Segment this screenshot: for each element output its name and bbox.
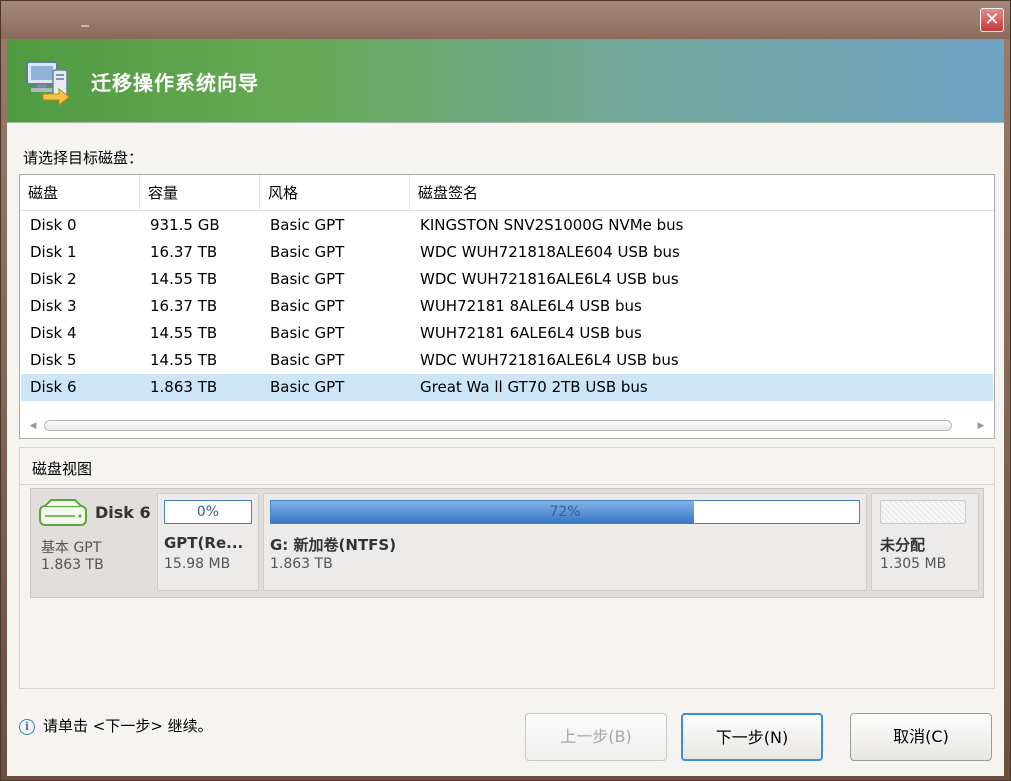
cancel-button[interactable]: 取消(C) [850,713,992,761]
partition-size: 15.98 MB [164,556,231,572]
cell-signature: KINGSTON SNV2S1000G NVMe bus [420,216,684,234]
back-button[interactable]: 上一步(B) [525,713,667,761]
cell-signature: WDC WUH721816ALE6L4 USB bus [420,270,679,288]
wizard-window: ✕ 迁移操作系统向导 请选择目标磁盘： 磁盘 容量 风格 磁盘签名 Disk 0… [0,0,1011,781]
disk-info[interactable]: Disk 6 基本 GPT 1.863 TB [31,489,153,597]
wizard-header: 迁移操作系统向导 [7,39,1004,123]
cell-style: Basic GPT [270,378,345,396]
table-row[interactable]: Disk 0 931.5 GB Basic GPT KINGSTON SNV2S… [21,212,993,239]
select-disk-label: 请选择目标磁盘： [23,149,144,167]
cell-signature: WUH72181 8ALE6L4 USB bus [420,297,642,315]
cell-disk: Disk 4 [30,324,77,342]
table-row[interactable]: Disk 5 14.55 TB Basic GPT WDC WUH721816A… [21,347,993,374]
scrollbar-thumb[interactable] [44,420,952,431]
partition-usage-label: 0% [196,504,220,520]
cell-signature: WUH72181 6ALE6L4 USB bus [420,324,642,342]
cell-capacity: 16.37 TB [150,297,218,315]
title-bar[interactable]: ✕ [1,1,1010,39]
partition-gpt-reserved[interactable]: 0% GPT(Re... 15.98 MB [157,493,259,591]
close-button[interactable]: ✕ [980,8,1004,32]
next-button[interactable]: 下一步(N) [681,713,823,761]
scroll-right-icon[interactable]: ▶ [974,418,988,434]
cell-capacity: 14.55 TB [150,324,218,342]
unallocated-bar [880,500,966,524]
computer-migrate-icon [26,61,70,106]
cell-style: Basic GPT [270,243,345,261]
cell-style: Basic GPT [270,270,345,288]
wizard-body: 迁移操作系统向导 请选择目标磁盘： 磁盘 容量 风格 磁盘签名 Disk 0 9… [7,39,1004,776]
cell-style: Basic GPT [270,351,345,369]
table-row[interactable]: Disk 4 14.55 TB Basic GPT WUH72181 6ALE6… [21,320,993,347]
disk-table: 磁盘 容量 风格 磁盘签名 Disk 0 931.5 GB Basic GPT … [19,174,995,439]
partition-name: 未分配 [880,536,926,554]
table-row-selected[interactable]: Disk 6 1.863 TB Basic GPT Great Wa ll GT… [21,374,993,401]
cell-style: Basic GPT [270,324,345,342]
table-row[interactable]: Disk 1 16.37 TB Basic GPT WDC WUH721818A… [21,239,993,266]
cell-capacity: 14.55 TB [150,270,218,288]
status-text: 请单击 <下一步> 继续。 [43,717,213,735]
cell-disk: Disk 5 [30,351,77,369]
partition-usage-bar: 72% [270,500,860,524]
disk-type: 基本 GPT [41,540,102,556]
disk-name: Disk 6 [95,503,151,522]
cell-disk: Disk 6 [30,378,77,396]
title-dash [81,25,89,27]
cell-signature: Great Wa ll GT70 2TB USB bus [420,378,648,396]
disk-size: 1.863 TB [41,557,104,573]
info-icon: i [19,718,35,735]
page-title: 迁移操作系统向导 [91,71,259,95]
partition-name: G: 新加卷(NTFS) [270,536,397,554]
cell-signature: WDC WUH721818ALE604 USB bus [420,243,680,261]
table-row[interactable]: Disk 3 16.37 TB Basic GPT WUH72181 8ALE6… [21,293,993,320]
column-header-style[interactable]: 风格 [260,175,410,211]
disk-view-title: 磁盘视图 [32,460,93,478]
cell-capacity: 16.37 TB [150,243,218,261]
cell-capacity: 1.863 TB [150,378,218,396]
cell-capacity: 14.55 TB [150,351,218,369]
scroll-left-icon[interactable]: ◀ [26,418,40,434]
partition-g-volume[interactable]: 72% G: 新加卷(NTFS) 1.863 TB [263,493,867,591]
partition-usage-fill [271,501,695,523]
column-header-signature[interactable]: 磁盘签名 [410,175,994,211]
partition-usage-label: 72% [549,504,581,520]
cell-style: Basic GPT [270,216,345,234]
cell-capacity: 931.5 GB [150,216,220,234]
divider [20,484,994,485]
table-row[interactable]: Disk 2 14.55 TB Basic GPT WDC WUH721816A… [21,266,993,293]
cell-disk: Disk 2 [30,270,77,288]
cell-signature: WDC WUH721816ALE6L4 USB bus [420,351,679,369]
status-hint: i 请单击 <下一步> 继续。 [19,715,213,736]
cell-style: Basic GPT [270,297,345,315]
partition-unallocated[interactable]: 未分配 1.305 MB [871,493,979,591]
hard-drive-icon [39,499,87,526]
horizontal-scrollbar[interactable]: ◀ ▶ [20,414,994,438]
cell-disk: Disk 0 [30,216,77,234]
column-header-disk[interactable]: 磁盘 [20,175,140,211]
table-header: 磁盘 容量 风格 磁盘签名 [20,175,994,211]
partition-size: 1.863 TB [270,556,333,572]
cell-disk: Disk 1 [30,243,77,261]
cell-disk: Disk 3 [30,297,77,315]
disk-map: Disk 6 基本 GPT 1.863 TB 0% GPT(Re... 15.9… [30,488,984,598]
column-header-capacity[interactable]: 容量 [140,175,260,211]
partition-name: GPT(Re... [164,534,244,552]
disk-view-panel: 磁盘视图 Disk 6 基本 GPT 1.863 TB 0% GPT(Re...… [19,447,995,689]
partition-size: 1.305 MB [880,556,947,572]
partition-usage-bar: 0% [164,500,252,524]
